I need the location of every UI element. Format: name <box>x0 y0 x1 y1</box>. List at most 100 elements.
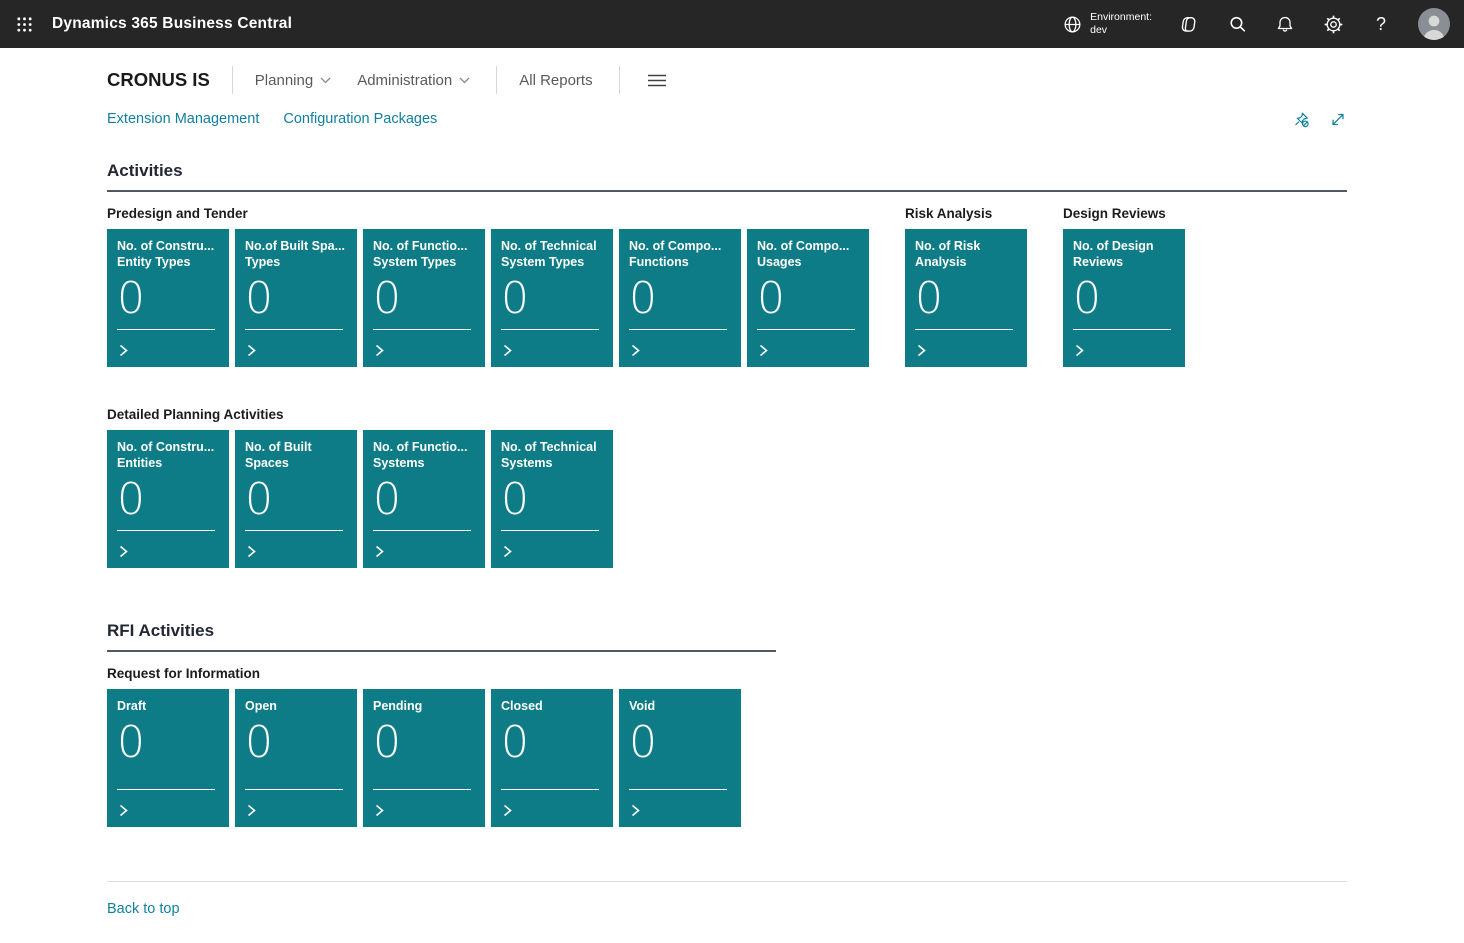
help-icon: ? <box>1376 14 1386 35</box>
cue-tile[interactable]: No.of Built Spa... Types 0 <box>235 229 357 367</box>
unpin-button[interactable] <box>1292 110 1310 128</box>
chevron-right-icon <box>500 544 515 559</box>
tile-label-line2: Systems <box>373 455 475 471</box>
activities-groups-row: Predesign and Tender No. of Constru... E… <box>107 206 1347 367</box>
help-button[interactable]: ? <box>1370 13 1392 35</box>
tiles-row: No. of Constru... Entity Types 0 No.of B… <box>107 229 869 367</box>
tile-label-line1: Open <box>245 698 347 714</box>
tile-divider <box>245 530 343 531</box>
tile-label-line2: Reviews <box>1073 254 1175 270</box>
tile-label-line1: No. of Compo... <box>629 238 731 254</box>
tile-value: 0 <box>117 477 219 523</box>
tile-value: 0 <box>915 276 1017 322</box>
tile-divider <box>373 530 471 531</box>
expand-button[interactable] <box>1329 110 1347 128</box>
divider <box>232 66 233 94</box>
tile-label-line1: No. of Constru... <box>117 439 219 455</box>
tile-label-line2: Spaces <box>245 455 347 471</box>
tile-label-line1: No. of Functio... <box>373 439 475 455</box>
cue-tile[interactable]: No. of Constru... Entities 0 <box>107 430 229 568</box>
group-predesign-and-tender: Predesign and Tender No. of Constru... E… <box>107 206 869 367</box>
tile-label-line2: Types <box>245 254 347 270</box>
tile-label-line1: No. of Risk <box>915 238 1017 254</box>
cue-tile[interactable]: No. of Technical System Types 0 <box>491 229 613 367</box>
unpin-icon <box>1292 110 1310 129</box>
back-to-top-link[interactable]: Back to top <box>107 901 180 917</box>
tile-label-line2: Usages <box>757 254 859 270</box>
group-risk-analysis: Risk Analysis No. of Risk Analysis 0 <box>905 206 1027 367</box>
top-bar: Dynamics 365 Business Central Environmen… <box>0 0 1464 48</box>
tiles-row: No. of Design Reviews 0 <box>1063 229 1185 367</box>
group-title: Predesign and Tender <box>107 206 869 221</box>
cue-tile[interactable]: No. of Constru... Entity Types 0 <box>107 229 229 367</box>
tile-value: 0 <box>373 477 475 523</box>
chevron-right-icon <box>372 544 387 559</box>
cue-tile[interactable]: No. of Technical Systems 0 <box>491 430 613 568</box>
tile-label-line2: Entities <box>117 455 219 471</box>
tile-value: 0 <box>757 276 859 322</box>
cue-tile[interactable]: No. of Compo... Functions 0 <box>619 229 741 367</box>
app-title[interactable]: Dynamics 365 Business Central <box>52 15 292 33</box>
tile-label-line1: Void <box>629 698 731 714</box>
tile-value: 0 <box>373 276 475 322</box>
link-configuration-packages[interactable]: Configuration Packages <box>283 111 437 127</box>
tile-divider <box>757 329 855 330</box>
nav-item-label: Planning <box>255 72 313 89</box>
company-name[interactable]: CRONUS IS <box>107 69 210 91</box>
cue-tile[interactable]: Void 0 <box>619 689 741 827</box>
more-menu-button[interactable] <box>648 74 666 87</box>
tile-value: 0 <box>501 276 603 322</box>
app-launcher-button[interactable] <box>0 0 48 48</box>
subnav-links: Extension Management Configuration Packa… <box>107 111 437 127</box>
notifications-button[interactable] <box>1274 13 1296 35</box>
search-icon <box>1227 14 1248 35</box>
user-avatar[interactable] <box>1418 8 1450 40</box>
bell-icon <box>1275 14 1295 35</box>
tile-label-line2: System Types <box>373 254 475 270</box>
tile-label-line1: Closed <box>501 698 603 714</box>
chevron-right-icon <box>116 803 131 818</box>
copilot-button[interactable] <box>1178 13 1200 35</box>
footer-divider <box>107 881 1347 882</box>
chevron-right-icon <box>756 343 771 358</box>
expand-icon <box>1329 110 1347 129</box>
nav-item-all-reports[interactable]: All Reports <box>519 72 592 89</box>
section-activities: Activities Predesign and Tender No. of C… <box>107 161 1347 568</box>
topbar-actions: Environment: dev <box>1062 8 1464 40</box>
cue-tile[interactable]: Closed 0 <box>491 689 613 827</box>
main-content: CRONUS IS Planning Administration All Re… <box>0 63 1464 941</box>
settings-button[interactable] <box>1322 13 1344 35</box>
tile-label-line1: No. of Built <box>245 439 347 455</box>
nav-item-planning[interactable]: Planning <box>255 72 331 89</box>
cue-tile[interactable]: No. of Built Spaces 0 <box>235 430 357 568</box>
chevron-right-icon <box>116 544 131 559</box>
cue-tile[interactable]: Pending 0 <box>363 689 485 827</box>
cue-tile[interactable]: Draft 0 <box>107 689 229 827</box>
nav-item-label: All Reports <box>519 72 592 89</box>
tile-label-line1: Pending <box>373 698 475 714</box>
tile-label-line1: No.of Built Spa... <box>245 238 347 254</box>
nav-item-administration[interactable]: Administration <box>357 72 470 89</box>
cue-tile[interactable]: No. of Design Reviews 0 <box>1063 229 1185 367</box>
cue-tile[interactable]: No. of Functio... System Types 0 <box>363 229 485 367</box>
section-divider <box>107 650 776 652</box>
search-button[interactable] <box>1226 13 1248 35</box>
tile-divider <box>373 789 471 790</box>
tile-divider <box>117 789 215 790</box>
environment-indicator[interactable]: Environment: dev <box>1062 11 1152 37</box>
group-detailed-planning-activities: Detailed Planning Activities No. of Cons… <box>107 407 1347 568</box>
link-extension-management[interactable]: Extension Management <box>107 111 259 127</box>
cue-tile[interactable]: No. of Functio... Systems 0 <box>363 430 485 568</box>
tile-divider <box>501 789 599 790</box>
tile-label-line2: Entity Types <box>117 254 219 270</box>
tile-divider <box>117 530 215 531</box>
tile-divider <box>915 329 1013 330</box>
tile-value: 0 <box>245 477 347 523</box>
cue-tile[interactable]: No. of Compo... Usages 0 <box>747 229 869 367</box>
tile-value: 0 <box>501 720 603 766</box>
tile-value: 0 <box>1073 276 1175 322</box>
chevron-right-icon <box>914 343 929 358</box>
cue-tile[interactable]: No. of Risk Analysis 0 <box>905 229 1027 367</box>
cue-tile[interactable]: Open 0 <box>235 689 357 827</box>
divider <box>619 66 620 94</box>
